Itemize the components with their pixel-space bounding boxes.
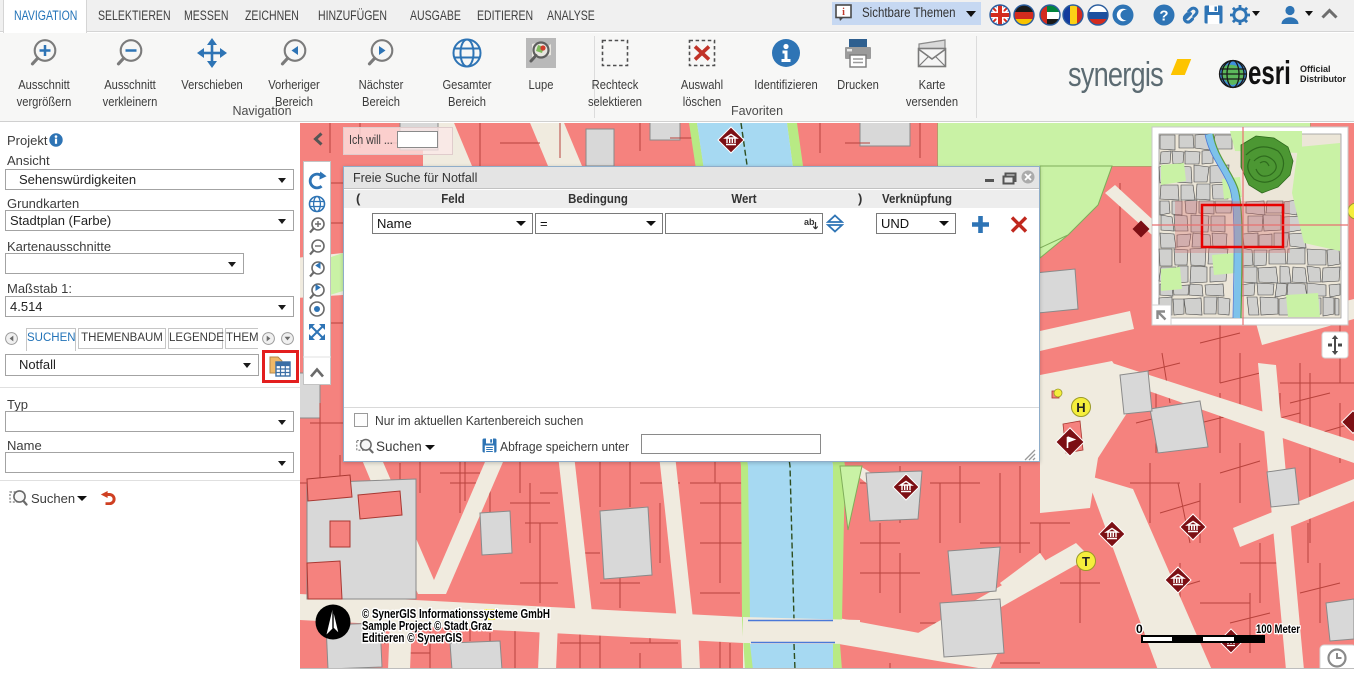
svg-text:i: i [842, 7, 845, 18]
svg-text:ab: ab [804, 217, 815, 227]
svg-text:T: T [1082, 554, 1090, 569]
svg-text:0: 0 [1136, 622, 1143, 636]
svg-text:H: H [1076, 400, 1085, 415]
svg-text:?: ? [1159, 7, 1168, 24]
svg-text:100 Meter: 100 Meter [1256, 622, 1300, 636]
svg-text:Editieren © SynerGIS: Editieren © SynerGIS [362, 631, 462, 645]
